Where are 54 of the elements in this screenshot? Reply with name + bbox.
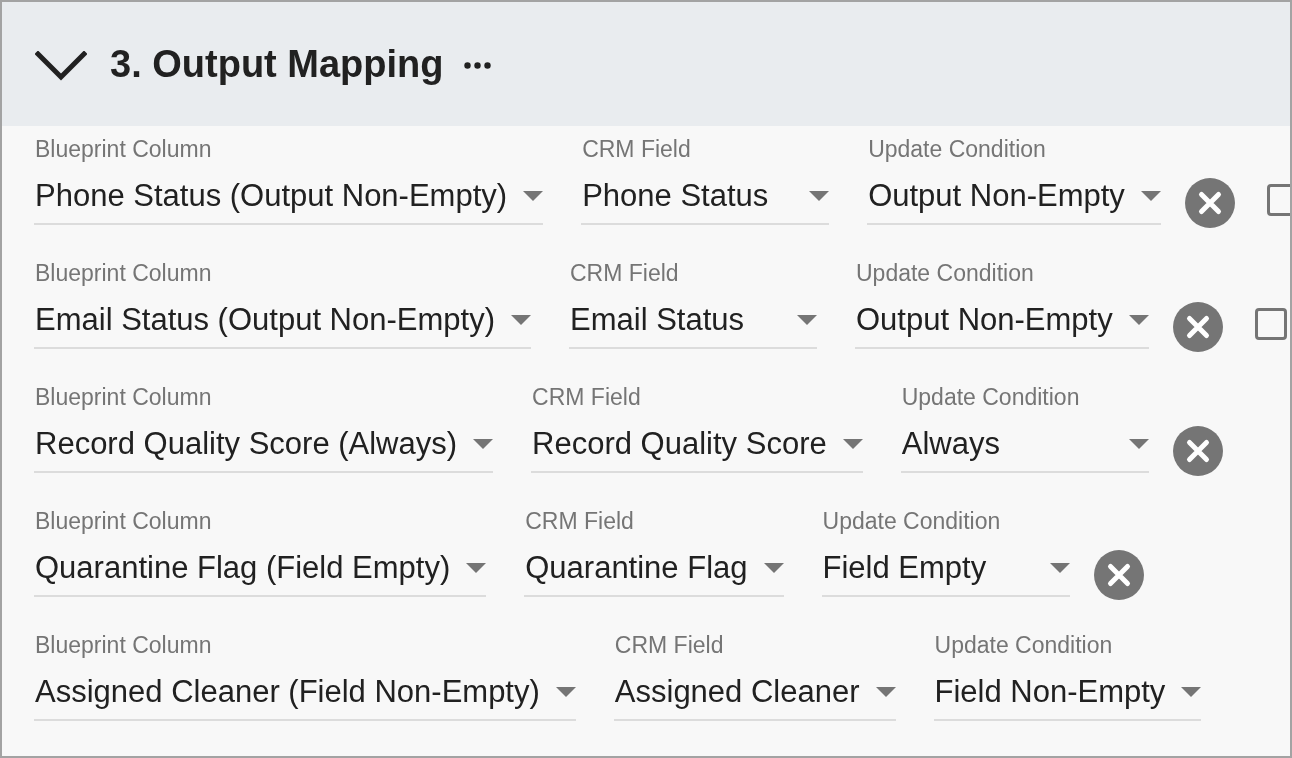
select-field[interactable]: Always [900, 417, 1149, 473]
caret-icon [1128, 439, 1149, 449]
field-label: Update Condition [855, 259, 1035, 287]
caret-icon [1049, 563, 1070, 573]
field-label: Update Condition [900, 383, 1081, 411]
select-field[interactable]: Phone Status [581, 169, 830, 225]
caret-icon [466, 563, 487, 573]
field-label: Update Condition [821, 507, 1002, 535]
caret-icon [842, 439, 863, 449]
more-icon[interactable] [463, 62, 491, 69]
section-title: 3. Output Mapping [110, 42, 444, 86]
checkbox[interactable] [1254, 308, 1287, 340]
caret-icon [809, 191, 830, 201]
caret-icon [763, 563, 784, 573]
field-label: Blueprint Column [34, 135, 213, 163]
field-label: Update Condition [933, 631, 1114, 659]
field-label: CRM Field [581, 135, 692, 163]
caret-icon [555, 687, 576, 697]
field-label: CRM Field [524, 507, 635, 535]
field-label: Blueprint Column [34, 383, 213, 411]
field-label: Blueprint Column [34, 631, 213, 659]
close-icon[interactable] [1093, 550, 1144, 600]
field-label: CRM Field [613, 631, 725, 659]
close-icon[interactable] [1184, 178, 1235, 228]
select-field[interactable]: Record Quality Score [531, 417, 863, 473]
caret-icon [1140, 191, 1161, 201]
select-field[interactable]: Quarantine Flag [524, 541, 784, 597]
caret-icon [523, 191, 544, 201]
chevron-icon[interactable] [35, 51, 87, 81]
close-icon[interactable] [1172, 426, 1223, 476]
caret-icon [875, 687, 896, 697]
field-label: CRM Field [531, 383, 642, 411]
select-field[interactable]: Phone Status (Output Non-Empty) [34, 169, 544, 225]
select-field[interactable]: Field Empty [821, 541, 1070, 597]
caret-icon [1181, 687, 1202, 697]
field-label: Blueprint Column [34, 507, 213, 535]
field-label: Blueprint Column [34, 259, 213, 287]
select-field[interactable]: Field Non-Empty [933, 665, 1202, 721]
field-label: CRM Field [569, 259, 680, 287]
select-field[interactable]: Output Non-Empty [855, 293, 1149, 349]
select-field[interactable]: Assigned Cleaner [613, 665, 896, 721]
field-label: Update Condition [867, 135, 1047, 163]
select-field[interactable]: Email Status (Output Non-Empty) [34, 293, 531, 349]
select-field[interactable]: Quarantine Flag (Field Empty) [34, 541, 487, 597]
caret-icon [473, 439, 494, 449]
select-field[interactable]: Record Quality Score (Always) [34, 417, 494, 473]
caret-icon [1128, 315, 1149, 325]
close-icon[interactable] [1172, 302, 1223, 352]
caret-icon [511, 315, 531, 325]
select-field[interactable]: Email Status [569, 293, 817, 349]
caret-icon [797, 315, 817, 325]
select-field[interactable]: Output Non-Empty [867, 169, 1161, 225]
select-field[interactable]: Assigned Cleaner (Field Non-Empty) [34, 665, 576, 721]
checkbox[interactable] [1266, 184, 1290, 216]
